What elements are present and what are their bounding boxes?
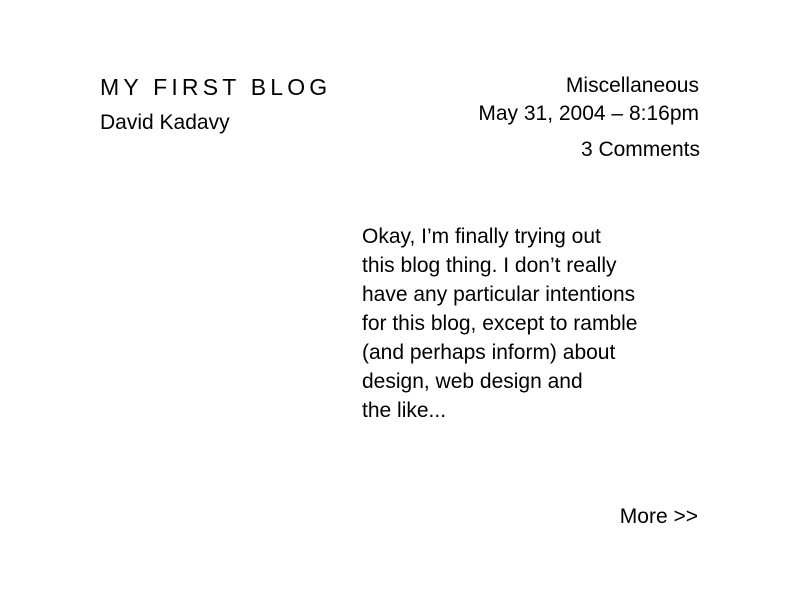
excerpt-line: the like... [362,399,447,422]
excerpt-line: Okay, I’m finally trying out [362,225,601,248]
excerpt-line: (and perhaps inform) about [362,341,616,364]
read-more-link[interactable]: More >> [620,504,698,530]
excerpt-line: have any particular intentions [362,283,636,306]
post-date: May 31, 2004 – 8:16pm [478,102,699,125]
excerpt-line: this blog thing. I don’t really [362,254,617,277]
post-meta: Miscellaneous May 31, 2004 – 8:16pm [478,72,699,128]
excerpt-line: design, web design and [362,370,583,393]
post-excerpt: Okay, I’m finally trying out this blog t… [362,222,692,425]
excerpt-line: for this blog, except to ramble [362,312,638,335]
post-author: David Kadavy [100,111,230,134]
post-category-link[interactable]: Miscellaneous [478,72,699,100]
post-title: MY FIRST BLOG [100,74,332,100]
comments-link[interactable]: 3 Comments [581,137,700,163]
